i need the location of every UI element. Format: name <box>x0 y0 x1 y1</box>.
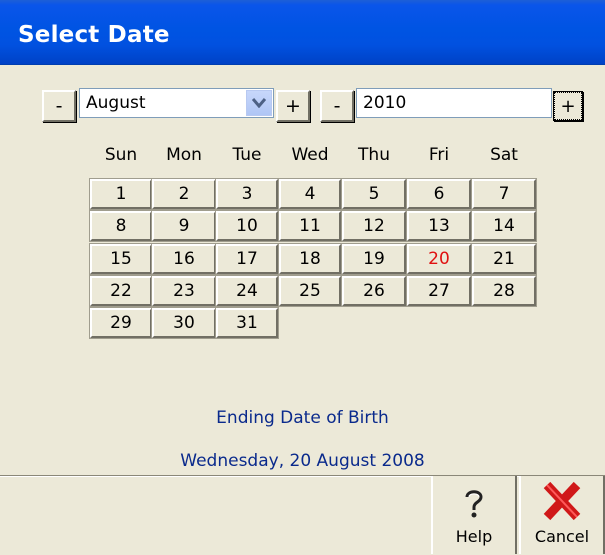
year-increment-button[interactable]: + <box>554 92 582 120</box>
month-select[interactable]: August <box>79 88 274 118</box>
cancel-button[interactable]: Cancel <box>519 476 605 554</box>
chevron-down-icon[interactable] <box>246 90 272 116</box>
day-button[interactable]: 20 <box>406 243 472 275</box>
weekday-header: Sat <box>490 145 518 165</box>
day-button[interactable]: 7 <box>471 178 537 210</box>
caption-label: Ending Date of Birth <box>216 408 389 428</box>
title-bar[interactable]: Select Date <box>0 0 605 65</box>
day-button[interactable]: 23 <box>151 275 217 307</box>
cancel-label: Cancel <box>534 527 590 546</box>
day-button[interactable]: 15 <box>89 243 153 275</box>
weekday-header: Thu <box>358 145 390 165</box>
year-input[interactable]: 2010 <box>356 88 552 118</box>
selected-date-text: Wednesday, 20 August 2008 <box>180 451 425 471</box>
month-decrement-button[interactable]: - <box>42 90 76 122</box>
year-input-value: 2010 <box>363 93 407 113</box>
month-increment-button[interactable]: + <box>276 90 310 122</box>
day-button[interactable]: 12 <box>341 210 407 242</box>
day-button[interactable]: 1 <box>89 178 153 210</box>
day-button[interactable]: 8 <box>89 210 153 242</box>
day-button[interactable]: 24 <box>215 275 279 307</box>
day-button[interactable]: 11 <box>278 210 342 242</box>
day-button[interactable]: 29 <box>89 307 153 339</box>
day-button[interactable]: 6 <box>406 178 472 210</box>
day-button[interactable]: 21 <box>471 243 537 275</box>
day-button[interactable]: 16 <box>151 243 217 275</box>
day-button[interactable]: 19 <box>341 243 407 275</box>
window-title: Select Date <box>18 22 170 48</box>
select-date-dialog: Select Date - August + - 2010 + Sun Mon Tu… <box>0 0 605 554</box>
weekday-header: Fri <box>428 145 450 165</box>
help-label: Help <box>455 527 493 546</box>
month-select-value: August <box>86 93 146 113</box>
day-button[interactable]: 10 <box>215 210 279 242</box>
day-button[interactable]: 3 <box>215 178 279 210</box>
weekday-header: Tue <box>232 145 262 165</box>
day-button[interactable]: 30 <box>151 307 217 339</box>
day-button[interactable]: 14 <box>471 210 537 242</box>
day-button[interactable]: 4 <box>278 178 342 210</box>
day-button[interactable]: 28 <box>471 275 537 307</box>
weekday-header: Wed <box>291 145 329 165</box>
help-button[interactable]: Help <box>431 476 517 554</box>
day-button[interactable]: 17 <box>215 243 279 275</box>
year-decrement-button[interactable]: - <box>320 90 354 122</box>
day-button[interactable]: 26 <box>341 275 407 307</box>
day-button[interactable]: 5 <box>341 178 407 210</box>
day-button[interactable]: 22 <box>89 275 153 307</box>
weekday-header: Mon <box>166 145 202 165</box>
weekday-header: Sun <box>104 145 138 165</box>
day-button[interactable]: 13 <box>406 210 472 242</box>
red-x-icon <box>541 481 583 525</box>
help-question-icon <box>461 487 487 523</box>
day-button[interactable]: 18 <box>278 243 342 275</box>
day-button[interactable]: 31 <box>215 307 279 339</box>
day-button[interactable]: 9 <box>151 210 217 242</box>
day-button[interactable]: 27 <box>406 275 472 307</box>
day-button[interactable]: 25 <box>278 275 342 307</box>
day-button[interactable]: 2 <box>151 178 217 210</box>
